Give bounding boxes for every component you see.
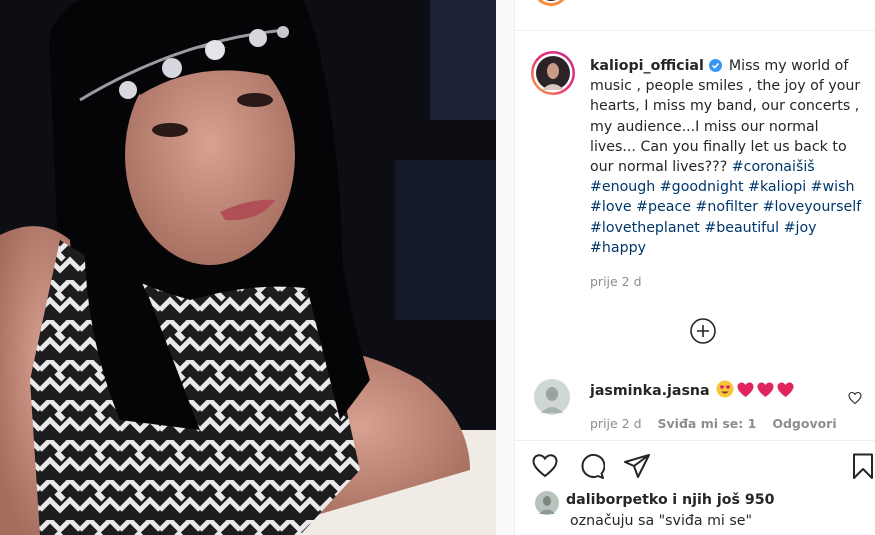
hashtag-link[interactable]: #loveyourself — [763, 199, 862, 215]
hashtag-link[interactable]: #beautiful — [704, 220, 779, 236]
hashtag-link[interactable]: #love — [590, 199, 632, 215]
liked-by-suffix: označuju sa "sviđa mi se" — [570, 513, 753, 529]
hashtag-link[interactable]: #goodnight — [660, 179, 744, 195]
caption-text: Miss my world of music , people smiles ,… — [590, 58, 861, 176]
post-author-avatar[interactable] — [530, 50, 576, 96]
hashtag-link[interactable]: #lovetheplanet — [590, 220, 700, 236]
heart-eyes-emoji-icon — [716, 380, 734, 398]
header-avatar[interactable] — [531, 0, 571, 10]
plus-circle-icon[interactable] — [689, 317, 717, 345]
actions-divider — [515, 440, 875, 441]
hashtag-link[interactable]: #enough — [590, 179, 655, 195]
red-heart-emoji-icon — [777, 382, 794, 397]
comment-likes-count[interactable]: Sviđa mi se: 1 — [658, 416, 757, 431]
liker-avatar[interactable] — [535, 491, 559, 515]
post-photo[interactable] — [0, 0, 496, 535]
paper-plane-icon[interactable] — [623, 452, 651, 480]
commenter-username[interactable]: jasminka.jasna — [590, 383, 710, 399]
hashtag-link[interactable]: #coronaišiš — [732, 159, 815, 175]
hashtag-link[interactable]: #nofilter — [696, 199, 759, 215]
verified-badge-icon — [709, 59, 723, 72]
heart-outline-icon[interactable] — [531, 452, 559, 480]
liked-by-line: daliborpetko i njih još 950 — [566, 492, 775, 508]
others-likes-count[interactable]: i njih još 950 — [672, 492, 774, 508]
bookmark-icon[interactable] — [849, 452, 875, 480]
liker-username[interactable]: daliborpetko — [566, 492, 668, 508]
red-heart-emoji-icon — [757, 382, 774, 397]
commenter-avatar[interactable] — [534, 379, 570, 415]
post-timestamp[interactable]: prije 2 d — [590, 274, 642, 289]
comment-meta: prije 2 d Sviđa mi se: 1 Odgovori — [590, 416, 849, 431]
speech-bubble-icon[interactable] — [577, 452, 605, 480]
post-details-panel: kaliopi_official Miss my world of music … — [514, 0, 875, 535]
comment-body: jasminka.jasna — [590, 380, 797, 399]
hashtag-link[interactable]: #kaliopi — [748, 179, 806, 195]
hashtag-link[interactable]: #joy — [784, 220, 817, 236]
small-heart-icon[interactable] — [848, 391, 862, 405]
post-author-username[interactable]: kaliopi_official — [590, 58, 704, 74]
hashtag-link[interactable]: #peace — [636, 199, 691, 215]
hashtag-link[interactable]: #wish — [811, 179, 855, 195]
header-divider — [515, 30, 875, 31]
comment-timestamp[interactable]: prije 2 d — [590, 416, 642, 431]
layout-gap — [496, 0, 514, 535]
reply-button[interactable]: Odgovori — [772, 416, 836, 431]
post-caption: kaliopi_official Miss my world of music … — [590, 56, 862, 258]
red-heart-emoji-icon — [737, 382, 754, 397]
hashtag-link[interactable]: #happy — [590, 240, 646, 256]
post-actions-bar — [531, 452, 873, 482]
